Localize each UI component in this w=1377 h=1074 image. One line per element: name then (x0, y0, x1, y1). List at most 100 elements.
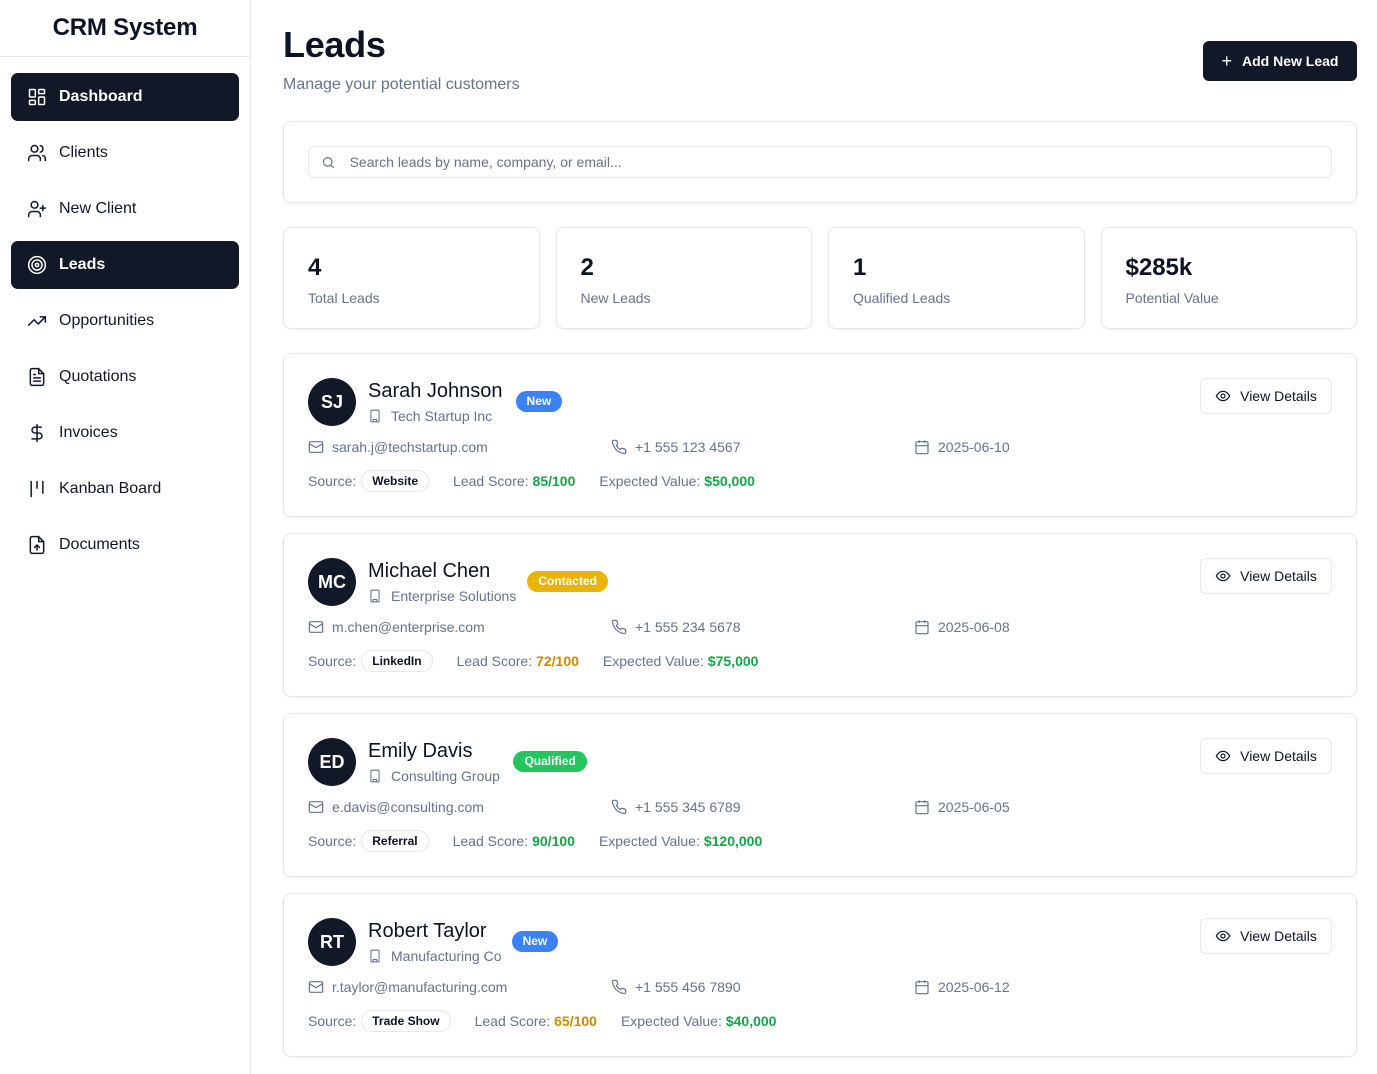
calendar-icon (915, 440, 929, 455)
dollar-icon (27, 423, 47, 443)
lead-email: m.chen@enterprise.com (308, 619, 485, 635)
sidebar-item-label: Leads (59, 256, 106, 273)
lead-company: Consulting Group (368, 768, 500, 784)
lead-phone: +1 555 234 5678 (611, 619, 741, 635)
stat-new-leads: 2 New Leads (555, 227, 812, 329)
expected-value-label: Expected Value: (598, 833, 700, 849)
calendar-icon (915, 620, 929, 635)
status-badge: New (511, 931, 559, 952)
sidebar: CRM System Dashboard Clients New Client … (0, 0, 251, 1074)
expected-value-label: Expected Value: (599, 473, 701, 489)
date-text: 2025-06-08 (938, 619, 1010, 635)
add-new-lead-button[interactable]: + Add New Lead (1203, 41, 1357, 81)
lead-meta: Source: Trade Show Lead Score: 65/100 Ex… (308, 1010, 800, 1032)
lead-phone: +1 555 456 7890 (611, 979, 741, 995)
sidebar-item-label: Kanban Board (59, 480, 162, 497)
sidebar-item-clients[interactable]: Clients (11, 129, 239, 177)
source-label: Source: (308, 473, 357, 489)
eye-icon (1215, 570, 1231, 582)
sidebar-item-invoices[interactable]: Invoices (11, 409, 239, 457)
lead-card: RT Robert Taylor New Manufacturing Co Vi… (283, 893, 1357, 1057)
building-icon (370, 589, 380, 603)
company-name: Tech Startup Inc (391, 408, 493, 424)
view-details-button[interactable]: View Details (1200, 378, 1332, 414)
expected-value-label: Expected Value: (602, 653, 704, 669)
stat-potential-value: $285k Potential Value (1100, 227, 1357, 329)
lead-email: r.taylor@manufacturing.com (308, 979, 507, 995)
sidebar-nav: Dashboard Clients New Client Leads Oppor… (0, 57, 250, 569)
lead-date: 2025-06-05 (914, 799, 1010, 815)
sidebar-item-kanban-board[interactable]: Kanban Board (11, 465, 239, 513)
avatar: RT (308, 918, 356, 966)
sidebar-item-quotations[interactable]: Quotations (11, 353, 239, 401)
stat-label: Qualified Leads (853, 290, 951, 306)
view-details-button[interactable]: View Details (1200, 918, 1332, 954)
expected-value: $120,000 (703, 833, 763, 849)
company-name: Manufacturing Co (391, 948, 502, 964)
building-icon (370, 769, 380, 783)
lead-meta: Source: Website Lead Score: 85/100 Expec… (308, 470, 779, 492)
calendar-icon (915, 800, 929, 815)
view-details-button[interactable]: View Details (1200, 738, 1332, 774)
company-name: Enterprise Solutions (391, 588, 517, 604)
lead-phone: +1 555 123 4567 (611, 439, 741, 455)
lead-name-row: Michael Chen Contacted (368, 560, 608, 592)
search-input[interactable] (349, 154, 1319, 170)
mail-icon (308, 621, 324, 633)
lead-score-label: Lead Score: (453, 473, 529, 489)
source-badge: LinkedIn (361, 650, 433, 672)
stat-value: 4 (308, 254, 322, 281)
stats-row: 4 Total Leads 2 New Leads 1 Qualified Le… (283, 227, 1357, 329)
app-title: CRM System (52, 14, 198, 41)
lead-card: ED Emily Davis Qualified Consulting Grou… (283, 713, 1357, 877)
status-badge: Qualified (513, 751, 587, 772)
lead-score-value: 72/100 (536, 653, 579, 669)
lead-score-label: Lead Score: (452, 833, 529, 849)
sidebar-item-dashboard[interactable]: Dashboard (11, 73, 239, 121)
email-text: e.davis@consulting.com (332, 799, 484, 815)
source-label: Source: (308, 1013, 357, 1029)
view-details-button[interactable]: View Details (1200, 558, 1332, 594)
building-icon (370, 949, 380, 963)
lead-name: Sarah Johnson (368, 380, 503, 402)
sidebar-item-opportunities[interactable]: Opportunities (11, 297, 239, 345)
phone-text: +1 555 345 6789 (635, 799, 741, 815)
lead-score-label: Lead Score: (474, 1013, 551, 1029)
lead-name-row: Robert Taylor New (368, 920, 559, 952)
mail-icon (308, 441, 324, 453)
calendar-icon (915, 980, 929, 995)
stat-total-leads: 4 Total Leads (283, 227, 540, 329)
status-badge: New (515, 391, 563, 412)
phone-text: +1 555 123 4567 (635, 439, 741, 455)
lead-list: SJ Sarah Johnson New Tech Startup Inc Vi… (283, 353, 1357, 1057)
lead-name-row: Sarah Johnson New (368, 380, 563, 412)
lead-email: sarah.j@techstartup.com (308, 439, 488, 455)
plus-icon: + (1221, 51, 1233, 71)
lead-name: Michael Chen (368, 560, 491, 582)
sidebar-item-documents[interactable]: Documents (11, 521, 239, 569)
expected-value: $40,000 (725, 1013, 777, 1029)
sidebar-item-label: Clients (59, 144, 108, 161)
search-box[interactable] (308, 146, 1332, 178)
user-plus-icon (27, 199, 47, 219)
search-icon (322, 156, 335, 168)
avatar: MC (308, 558, 356, 606)
phone-text: +1 555 234 5678 (635, 619, 741, 635)
source-badge: Website (361, 470, 430, 492)
sidebar-item-label: Opportunities (59, 312, 155, 329)
view-details-label: View Details (1240, 928, 1317, 944)
sidebar-item-leads[interactable]: Leads (11, 241, 239, 289)
lead-score-label: Lead Score: (456, 653, 533, 669)
status-badge: Contacted (527, 571, 608, 592)
building-icon (370, 409, 380, 423)
phone-text: +1 555 456 7890 (635, 979, 741, 995)
brand: CRM System (0, 0, 250, 57)
kanban-icon (27, 479, 47, 499)
stat-label: Total Leads (308, 290, 380, 306)
sidebar-item-new-client[interactable]: New Client (11, 185, 239, 233)
lead-name: Robert Taylor (368, 920, 487, 942)
sidebar-item-label: New Client (59, 200, 137, 217)
dashboard-icon (27, 87, 47, 107)
target-icon (27, 255, 47, 275)
eye-icon (1215, 390, 1231, 402)
